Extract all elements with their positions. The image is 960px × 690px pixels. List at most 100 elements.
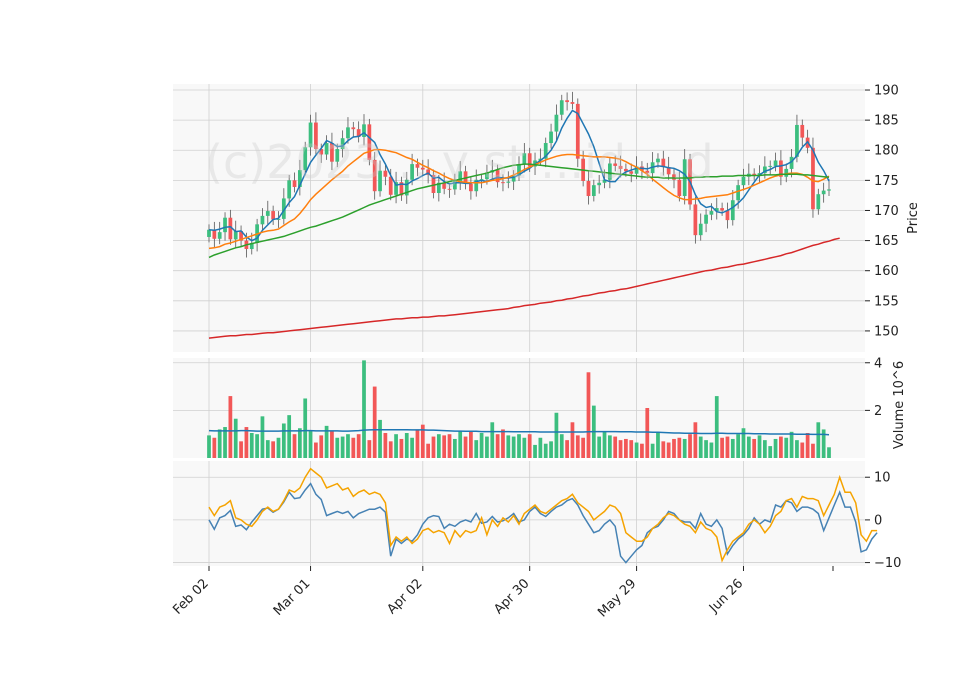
volume-bar xyxy=(677,437,682,458)
volume-bar xyxy=(372,386,377,458)
volume-bar xyxy=(517,434,521,458)
volume-bar xyxy=(490,422,495,458)
volume-bar xyxy=(297,428,302,458)
volume-bar xyxy=(538,437,543,458)
volume-bar xyxy=(281,423,286,458)
volume-bar xyxy=(698,436,703,458)
volume-bar xyxy=(228,396,233,458)
price-tick-label: 180 xyxy=(874,144,899,159)
volume-bar xyxy=(378,419,382,458)
volume-bar xyxy=(335,437,340,458)
volume-bar xyxy=(575,435,580,458)
candle-body xyxy=(271,211,276,220)
volume-bar xyxy=(383,433,388,458)
candle-body xyxy=(704,214,708,224)
candle-body xyxy=(709,211,714,215)
oscillator-tick-label: 0 xyxy=(874,513,882,528)
price-tick-label: 165 xyxy=(874,234,899,249)
volume-bar xyxy=(212,437,217,458)
volume-bar xyxy=(607,435,612,458)
price-tick-label: 150 xyxy=(874,324,899,339)
candle-body xyxy=(720,208,724,211)
volume-bar xyxy=(789,431,794,458)
candle-body xyxy=(559,100,564,115)
x-tick-label: Mar 01 xyxy=(271,576,314,619)
candle-body xyxy=(570,102,575,104)
volume-bar xyxy=(752,438,757,458)
candle-body xyxy=(811,147,815,210)
candle-body xyxy=(693,204,698,236)
volume-bar xyxy=(795,440,799,458)
volume-bar xyxy=(672,438,676,458)
volume-bar xyxy=(624,438,628,458)
price-tick-label: 190 xyxy=(874,84,899,99)
volume-bar xyxy=(784,437,789,458)
volume-bar xyxy=(426,443,431,458)
volume-bar xyxy=(645,408,650,458)
volume-bar xyxy=(351,437,356,458)
volume-bar xyxy=(661,441,666,458)
candle-body xyxy=(217,232,222,239)
candle-body xyxy=(223,217,227,233)
volume-bar xyxy=(757,435,762,458)
candle-body xyxy=(554,114,559,132)
volume-bar xyxy=(314,442,318,458)
volume-bar xyxy=(340,436,345,458)
volume-panel: 24 xyxy=(173,356,882,458)
volume-bar xyxy=(768,446,773,458)
x-tick-label: May 29 xyxy=(595,576,639,620)
volume-bar xyxy=(308,430,313,458)
volume-bar xyxy=(736,434,741,458)
volume-bar xyxy=(356,434,361,458)
candle-body xyxy=(795,124,799,157)
volume-bar xyxy=(800,442,805,458)
candle-body xyxy=(800,124,805,138)
volume-bar xyxy=(394,434,398,458)
volume-bar xyxy=(682,438,687,458)
oscillator-tick-label: 10 xyxy=(874,471,891,486)
volume-bar xyxy=(666,442,671,458)
volume-bar xyxy=(746,436,751,458)
volume-bar xyxy=(431,436,436,458)
volume-bar xyxy=(217,429,222,458)
volume-bar xyxy=(714,396,719,458)
oscillator-background xyxy=(173,461,865,566)
candle-body xyxy=(698,223,703,236)
volume-bar xyxy=(501,429,505,458)
volume-bar xyxy=(549,441,553,458)
volume-bar xyxy=(447,434,452,458)
volume-bar xyxy=(543,443,548,458)
candle-body xyxy=(351,127,356,130)
candle-body xyxy=(212,229,217,239)
volume-bar xyxy=(811,443,815,458)
volume-bar xyxy=(207,435,211,458)
candle-body xyxy=(260,215,265,225)
volume-bar xyxy=(276,437,281,458)
price-tick-label: 170 xyxy=(874,204,899,219)
price-panel: 150 155 160 165 170 175 180 185 190 xyxy=(173,84,899,352)
volume-bar xyxy=(330,430,334,458)
volume-bar xyxy=(559,434,564,458)
price-tick-label: 185 xyxy=(874,114,899,129)
volume-bar xyxy=(239,441,243,458)
price-tick-label: 155 xyxy=(874,294,899,309)
volume-bar xyxy=(404,433,409,458)
volume-bar xyxy=(469,431,473,458)
candle-body xyxy=(736,185,741,201)
volume-bar xyxy=(233,418,238,458)
volume-bar xyxy=(602,431,607,458)
volume-bar xyxy=(415,429,420,458)
volume-bar xyxy=(244,427,249,458)
candle-body xyxy=(768,165,773,167)
volume-bar xyxy=(249,433,254,458)
volume-tick-label: 2 xyxy=(874,404,882,419)
x-tick-label: Feb 02 xyxy=(170,576,212,618)
volume-bar xyxy=(388,441,393,458)
oscillator-tick-label: −10 xyxy=(874,556,901,571)
price-axis-label: Price xyxy=(906,202,921,234)
candle-body xyxy=(730,200,735,221)
candle-body xyxy=(821,190,826,195)
stock-chart: 150155160165170175180185190 24 100−10 Fe… xyxy=(170,84,921,621)
x-axis: Feb 02 Mar 01 Apr 02 Apr 30 May 29 Jun 26 xyxy=(170,566,834,620)
volume-bar xyxy=(725,436,730,458)
